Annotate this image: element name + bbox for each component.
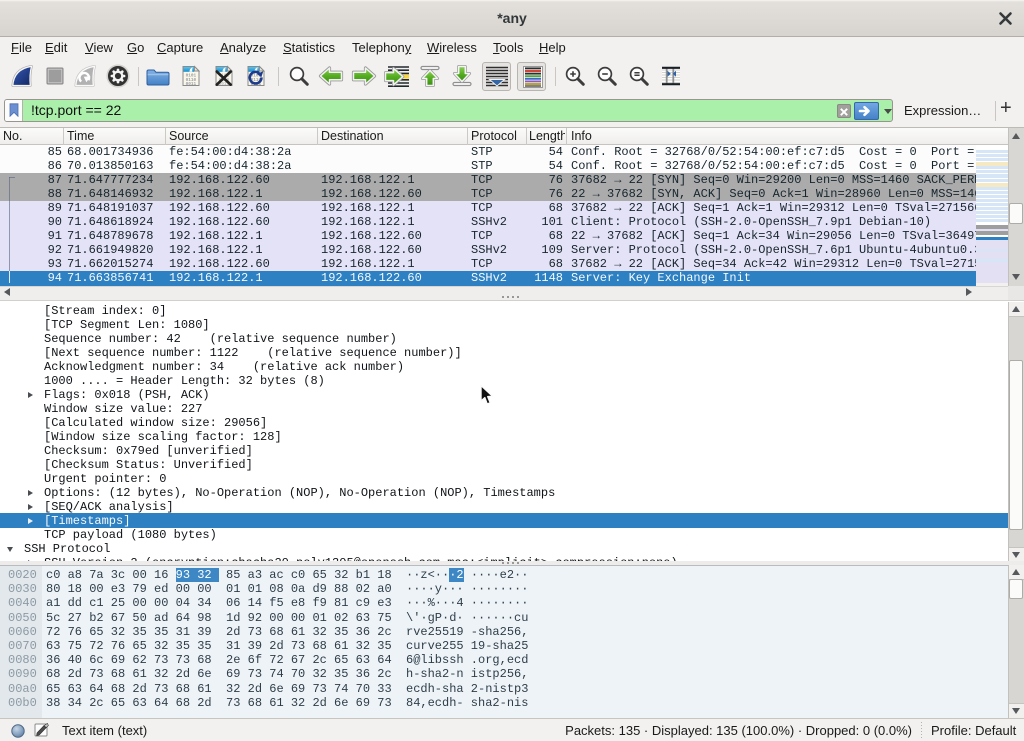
svg-text:0011: 0011 [186,82,197,87]
